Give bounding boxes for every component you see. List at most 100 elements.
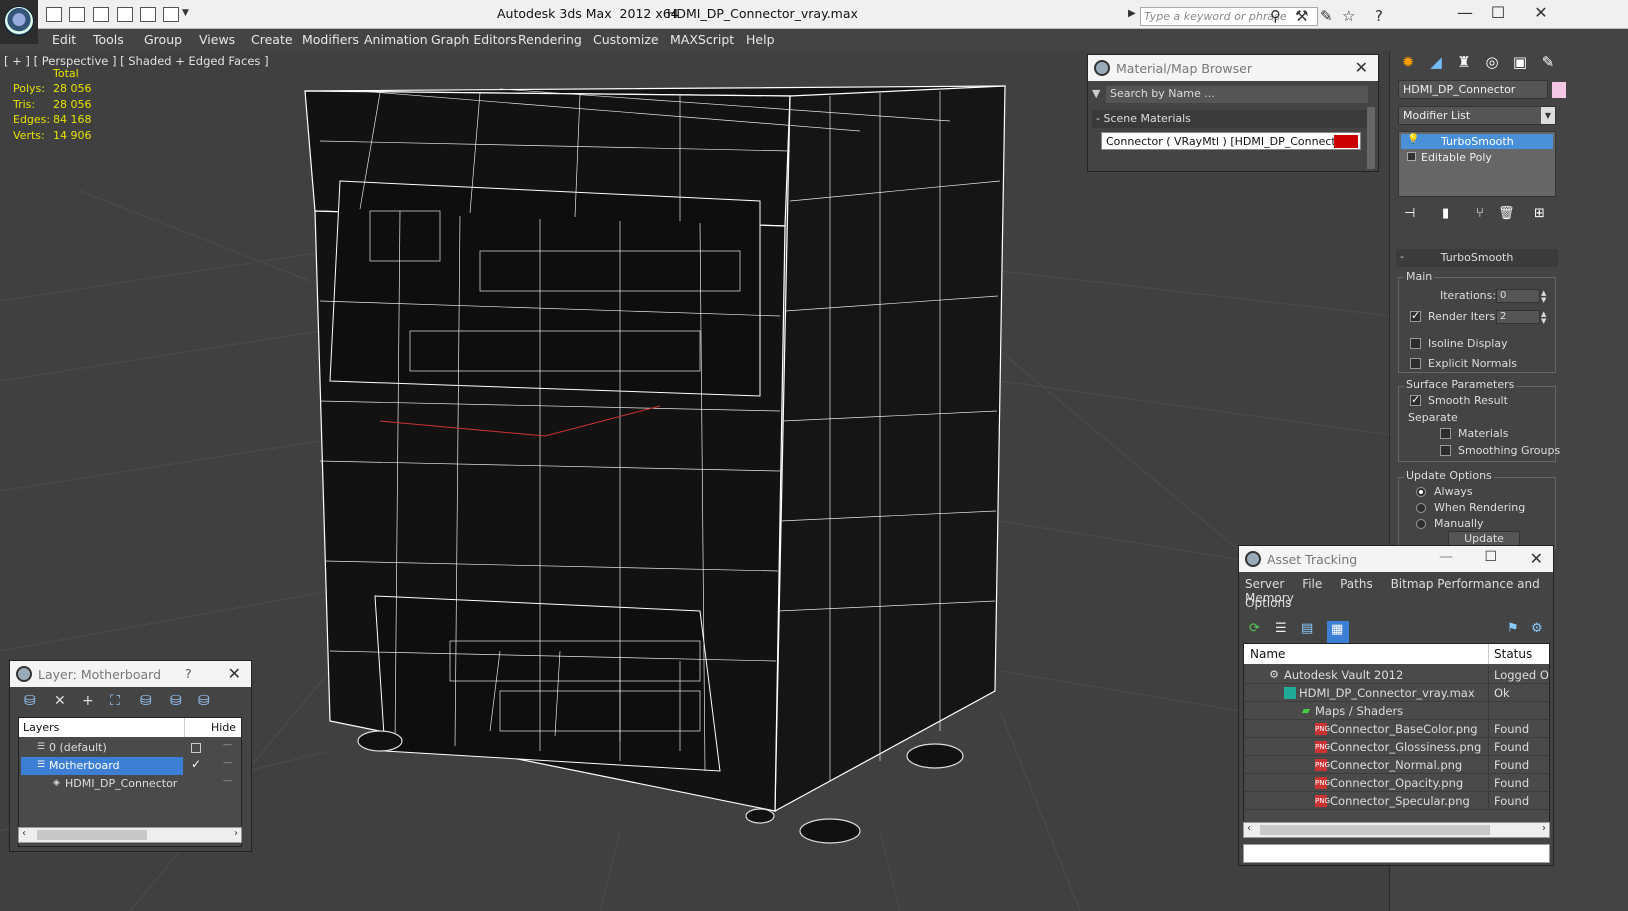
separate-smoothing-groups-checkbox[interactable] [1440, 445, 1451, 456]
material-browser-titlebar[interactable]: Material/Map Browser ✕ [1088, 55, 1378, 81]
hide-dash[interactable]: — [223, 776, 232, 786]
table-view-button[interactable]: ▦ [1327, 621, 1349, 643]
stack-item-editable-poly[interactable]: Editable Poly [1401, 150, 1553, 165]
name-column-header[interactable]: Name [1250, 647, 1285, 661]
material-item[interactable]: Connector ( VRayMtl ) [HDMI_DP_Connector… [1101, 132, 1361, 150]
hide-toggle[interactable] [191, 743, 201, 753]
close-icon[interactable]: ✕ [1530, 549, 1543, 568]
asset-row[interactable]: ⚙ Autodesk Vault 2012 Logged Out [1244, 666, 1549, 684]
asset-row[interactable]: ▰ Maps / Shaders [1244, 702, 1549, 720]
viewport-label[interactable]: [ + ] [ Perspective ] [ Shaded + Edged F… [4, 54, 269, 68]
status-column-header[interactable]: Status [1494, 647, 1532, 661]
scroll-left-icon[interactable]: ‹ [22, 828, 26, 839]
menu-create[interactable]: Create [251, 32, 293, 47]
menu-customize[interactable]: Customize [593, 32, 659, 47]
freeze-layers-icon[interactable]: ⛁ [198, 693, 210, 709]
highlight-layer-icon[interactable]: ⛁ [140, 693, 152, 709]
menu-help[interactable]: Help [746, 32, 775, 47]
close-icon[interactable]: ✕ [228, 664, 241, 683]
project-icon[interactable] [140, 7, 156, 22]
asset-row[interactable]: PNG Connector_Normal.png Found [1244, 756, 1549, 774]
menu-animation[interactable]: Animation [364, 32, 428, 47]
asset-row[interactable]: PNG Connector_Specular.png Found [1244, 792, 1549, 810]
communication-icon[interactable]: ✎ [1320, 7, 1333, 25]
asset-row[interactable]: PNG Connector_Glossiness.png Found [1244, 738, 1549, 756]
lightbulb-icon[interactable]: 💡 [1407, 134, 1419, 145]
isoline-display-checkbox[interactable] [1410, 338, 1421, 349]
update-always-radio[interactable] [1416, 487, 1426, 497]
remove-modifier-icon[interactable]: 🗑 [1498, 206, 1515, 221]
minimize-icon[interactable]: — [1450, 3, 1480, 22]
menu-rendering[interactable]: Rendering [518, 32, 582, 47]
hide-dash[interactable]: — [223, 758, 232, 768]
save-icon[interactable] [69, 7, 85, 22]
hierarchy-tab-icon[interactable]: ♜ [1452, 53, 1476, 75]
open-icon[interactable] [46, 7, 62, 22]
menu-tools[interactable]: Tools [93, 32, 124, 47]
object-color-swatch[interactable] [1552, 82, 1566, 98]
expand-icon[interactable] [1407, 152, 1416, 161]
current-layer-check-icon[interactable]: ✓ [191, 757, 201, 771]
search-by-name-input[interactable]: Search by Name ... [1106, 86, 1368, 103]
hide-layers-icon[interactable]: ⛁ [170, 693, 182, 709]
configure-sets-icon[interactable]: ⊞ [1534, 206, 1545, 221]
modifier-list-dropdown[interactable]: Modifier List ▼ [1398, 106, 1556, 125]
smooth-result-checkbox[interactable] [1410, 393, 1421, 406]
layer-row-selected[interactable]: ☰ Motherboard ✓ — [19, 757, 241, 775]
render-iters-checkbox[interactable] [1410, 309, 1421, 322]
asset-horizontal-scrollbar[interactable]: ‹ › [1243, 822, 1550, 838]
turbosmooth-rollout-header[interactable]: - TurboSmooth [1396, 249, 1558, 267]
select-objects-icon[interactable]: ⛶ [110, 693, 120, 709]
show-end-result-icon[interactable]: ▮ [1442, 206, 1449, 221]
layers-column-header[interactable]: Layers [23, 721, 59, 734]
layer-row[interactable]: ☰ 0 (default) — [19, 739, 241, 757]
maximize-icon[interactable]: ☐ [1483, 3, 1513, 22]
menu-edit[interactable]: Edit [52, 32, 76, 47]
quick-access-dropdown-icon[interactable]: ▼ [182, 8, 189, 18]
help-icon[interactable]: ? [185, 666, 192, 681]
help-search-input[interactable]: Type a keyword or phrase [1140, 7, 1318, 26]
display-tab-icon[interactable]: ▣ [1508, 53, 1532, 75]
layer-object-row[interactable]: ◈ HDMI_DP_Connector — [19, 775, 241, 793]
vault-settings-icon[interactable]: ⚙ [1531, 621, 1543, 636]
modify-tab-icon[interactable]: ◢ [1424, 53, 1448, 75]
search-expand-icon[interactable]: ▶ [1128, 8, 1136, 19]
asset-row[interactable]: HDMI_DP_Connector_vray.max Ok [1244, 684, 1549, 702]
thumbnail-view-icon[interactable]: ▤ [1301, 621, 1313, 636]
update-manually-radio[interactable] [1416, 519, 1426, 529]
spinner-arrows-icon[interactable]: ▲ ▼ [1541, 311, 1551, 325]
scroll-right-icon[interactable]: › [1542, 823, 1546, 834]
minimize-icon[interactable]: — [1439, 549, 1453, 565]
binoculars-icon[interactable]: ⚲ [1270, 7, 1281, 25]
refresh-icon[interactable]: ⟳ [1249, 621, 1260, 636]
toolbar-icon[interactable] [163, 7, 179, 22]
add-to-layer-icon[interactable]: + [82, 693, 94, 709]
menu-server[interactable]: Server [1245, 577, 1284, 591]
delete-layer-icon[interactable]: ✕ [54, 693, 66, 709]
vault-help-icon[interactable]: ⚑ [1507, 621, 1519, 636]
stack-item-turbosmooth[interactable]: 💡 TurboSmooth [1401, 134, 1553, 149]
update-when-rendering-radio[interactable] [1416, 503, 1426, 513]
scene-materials-group[interactable]: - Scene Materials [1092, 110, 1368, 128]
menu-options[interactable]: Options [1245, 596, 1291, 610]
menu-views[interactable]: Views [199, 32, 235, 47]
menu-graph-editors[interactable]: Graph Editors [431, 32, 517, 47]
menu-modifiers[interactable]: Modifiers [302, 32, 359, 47]
subscription-icon[interactable]: ⚒ [1295, 7, 1308, 25]
material-browser-scrollbar[interactable] [1367, 107, 1375, 169]
hide-dash[interactable]: — [223, 740, 232, 750]
undo-icon[interactable] [93, 7, 109, 22]
object-name-field[interactable]: HDMI_DP_Connector [1398, 80, 1548, 99]
utilities-tab-icon[interactable]: ✎ [1536, 53, 1560, 75]
menu-paths[interactable]: Paths [1340, 577, 1373, 591]
menu-file[interactable]: File [1302, 577, 1322, 591]
close-icon[interactable]: ✕ [1355, 58, 1368, 77]
help-icon[interactable]: ? [1375, 7, 1383, 25]
render-iters-spinner[interactable]: 2 ▲ ▼ [1496, 310, 1546, 325]
spinner-arrows-icon[interactable]: ▲ ▼ [1541, 290, 1551, 304]
iterations-spinner[interactable]: 0 ▲ ▼ [1496, 289, 1546, 304]
create-layer-icon[interactable]: ⛁ [24, 693, 36, 709]
separate-materials-checkbox[interactable] [1440, 428, 1451, 439]
menu-maxscript[interactable]: MAXScript [670, 32, 734, 47]
asset-row[interactable]: PNG Connector_Opacity.png Found [1244, 774, 1549, 792]
